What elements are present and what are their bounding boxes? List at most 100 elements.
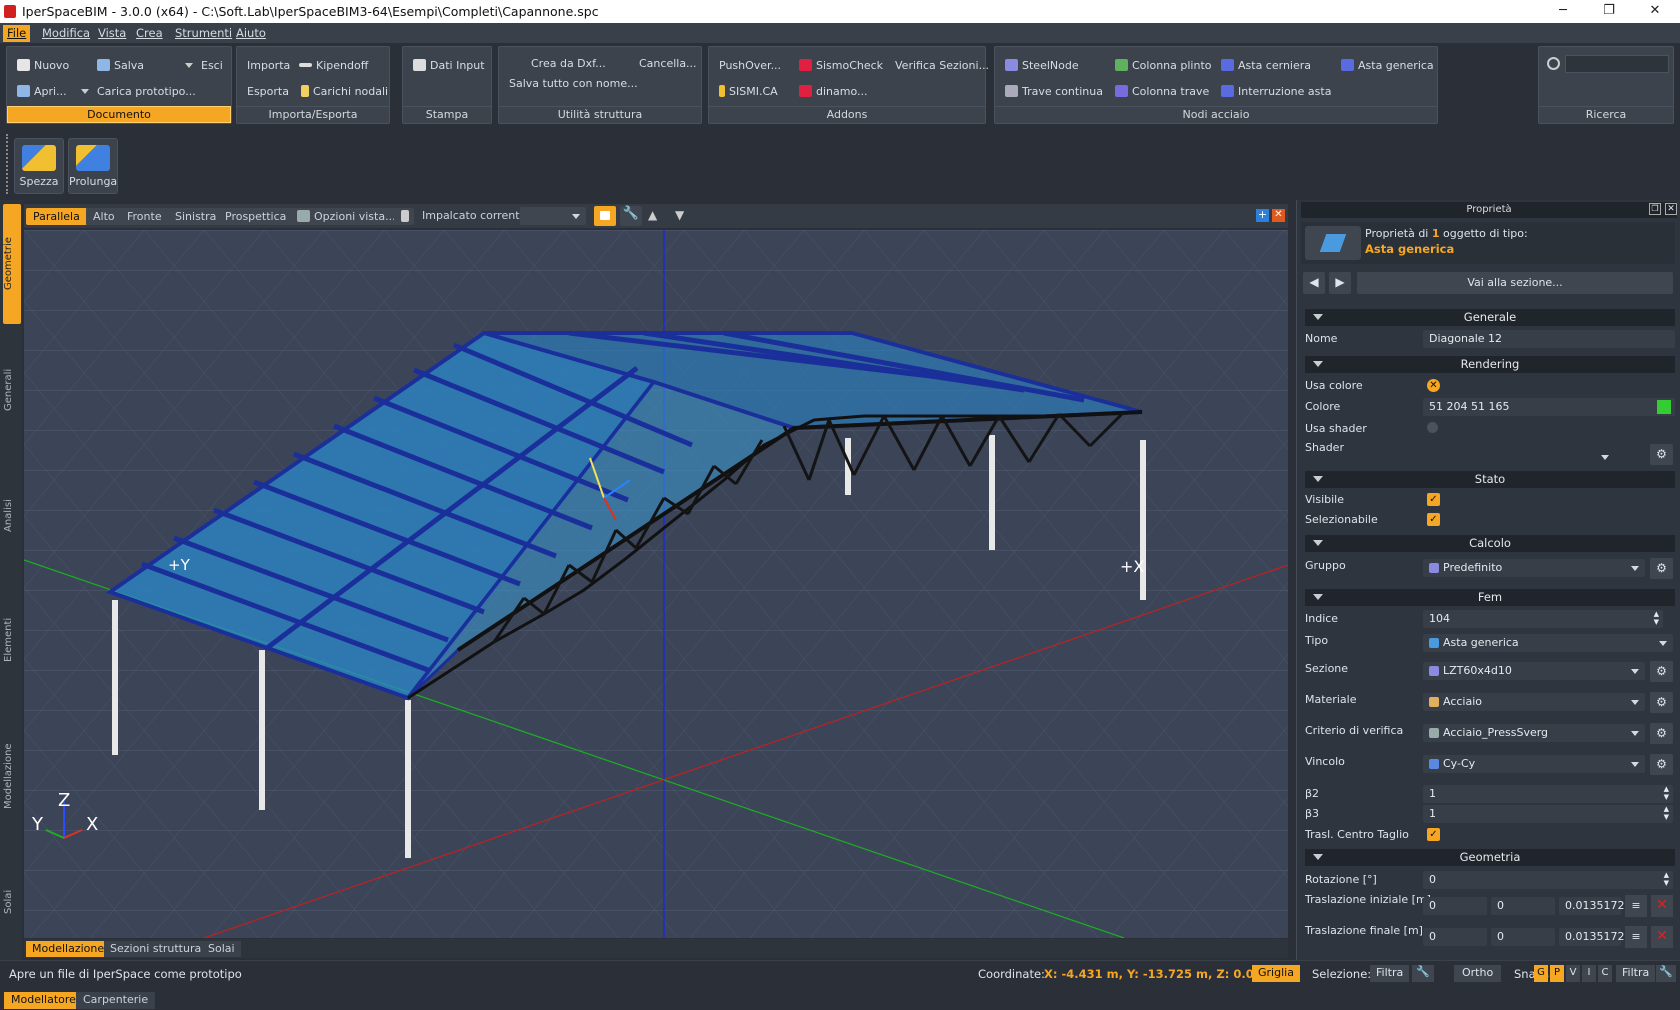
view-alto[interactable]: Alto (86, 208, 122, 225)
asta-cerniera-button[interactable]: Asta cerniera (1221, 59, 1311, 72)
wrench-button[interactable]: 🔧 (620, 206, 642, 226)
b2-spinner[interactable]: 1 ▲ ▼ (1423, 785, 1673, 803)
vtab-geometrie[interactable]: Geometrie (3, 204, 21, 324)
close-button[interactable]: ✕ (1632, 0, 1678, 23)
tab-solai[interactable]: Solai (202, 941, 241, 957)
sismocheck-button[interactable]: SismoCheck (799, 59, 883, 72)
tr-iniz-x[interactable]: 0 (1423, 897, 1487, 915)
dinamo-button[interactable]: dinamo... (799, 85, 868, 98)
tab-sezioni-strutturali[interactable]: Sezioni strutturali (104, 941, 214, 957)
view-sinistra[interactable]: Sinistra (168, 208, 224, 225)
asta-generica-button[interactable]: Asta generica (1341, 59, 1434, 72)
tab-carpenterie[interactable]: Carpenterie (76, 992, 156, 1009)
esci-button[interactable]: Esci (185, 59, 223, 72)
section-calcolo[interactable]: Calcolo (1305, 535, 1675, 552)
section-generale[interactable]: Generale (1305, 309, 1675, 326)
vtab-generali[interactable]: Generali (3, 330, 21, 450)
tab-modellazione[interactable]: Modellazione (26, 941, 111, 957)
gruppo-select[interactable]: Predefinito (1423, 559, 1645, 577)
colore-field[interactable]: 51 204 51 165 (1423, 398, 1675, 416)
carichi-nodali-button[interactable]: Carichi nodali (301, 85, 388, 98)
tipo-select[interactable]: Asta generica (1423, 634, 1673, 652)
menu-strumenti[interactable]: Strumenti (175, 26, 232, 40)
shader-settings-button[interactable]: ⚙ (1650, 444, 1673, 465)
menu-modifica[interactable]: Modifica (42, 26, 90, 40)
rotazione-spinner[interactable]: 0 ▲ ▼ (1423, 871, 1673, 889)
colonna-plinto-button[interactable]: Colonna plinto (1115, 59, 1212, 72)
close-view-button[interactable]: ✕ (1272, 209, 1285, 222)
view-parallela[interactable]: Parallela (26, 208, 87, 225)
crea-da-dxf-button[interactable]: Crea da Dxf... (531, 57, 606, 70)
dati-input-button[interactable]: Dati Input (413, 59, 485, 72)
color-swatch[interactable] (1657, 400, 1671, 414)
view-prospettica[interactable]: Prospettica (218, 208, 294, 225)
tr-iniz-y[interactable]: 0 (1491, 897, 1555, 915)
menu-file[interactable]: File (3, 25, 30, 42)
usa-shader-checkbox[interactable] (1427, 422, 1438, 433)
materiale-settings-button[interactable]: ⚙ (1650, 692, 1673, 713)
tr-iniz-z[interactable]: 0.0135172 (1559, 897, 1625, 915)
snap-p[interactable]: P (1550, 965, 1564, 982)
3d-viewport[interactable]: +X +Y Z Y X (24, 230, 1288, 938)
tr-fin-x[interactable]: 0 (1423, 928, 1487, 946)
section-fem[interactable]: Fem (1305, 589, 1675, 606)
section-geometria[interactable]: Geometria (1305, 849, 1675, 866)
menu-vista[interactable]: Vista (98, 26, 126, 40)
menu-crea[interactable]: Crea (136, 26, 163, 40)
impalcato-select[interactable] (520, 207, 586, 225)
vincolo-select[interactable]: Cy-Cy (1423, 755, 1645, 773)
pushover-button[interactable]: PushOver... (719, 59, 781, 72)
minimize-button[interactable]: ─ (1540, 0, 1586, 23)
importa-button[interactable]: Importa (247, 59, 290, 72)
search-input[interactable] (1565, 55, 1669, 73)
indice-spinner[interactable]: 104 ▲ ▼ (1423, 610, 1663, 628)
section-stato[interactable]: Stato (1305, 471, 1675, 488)
sezione-select[interactable]: LZT60x4d10 (1423, 662, 1645, 680)
salva-button[interactable]: Salva (97, 59, 144, 72)
view-fronte[interactable]: Fronte (120, 208, 169, 225)
steelnode-button[interactable]: SteelNode (1005, 59, 1079, 72)
interruzione-asta-button[interactable]: Interruzione asta (1221, 85, 1331, 98)
visibile-checkbox[interactable]: ✓ (1427, 493, 1440, 506)
section-rendering[interactable]: Rendering (1305, 356, 1675, 373)
usa-colore-checkbox[interactable]: ✕ (1427, 379, 1440, 392)
esporta-button[interactable]: Esporta (247, 85, 289, 98)
sismica-button[interactable]: SISMI.CA (719, 85, 778, 98)
prolunga-button[interactable]: Prolunga (68, 138, 118, 194)
materiale-select[interactable]: Acciaio (1423, 693, 1645, 711)
tab-modellatore[interactable]: Modellatore (4, 992, 83, 1009)
panel-close-button[interactable]: ✕ (1665, 203, 1677, 215)
floor-down-button[interactable]: ▼ (675, 208, 684, 222)
b3-spinner[interactable]: 1 ▲ ▼ (1423, 805, 1673, 823)
ortho-toggle[interactable]: Ortho (1454, 965, 1502, 982)
snap-filtra-button[interactable]: Filtra (1616, 965, 1656, 982)
tr-iniz-clear-button[interactable]: ✕ (1651, 895, 1673, 917)
forward-button[interactable]: ▶ (1329, 272, 1351, 294)
criterio-select[interactable]: Acciaio_PressSverg (1423, 724, 1645, 742)
nuovo-button[interactable]: Nuovo (17, 59, 69, 72)
apri-button[interactable]: Apri... (17, 85, 67, 98)
add-view-button[interactable]: + (1256, 209, 1269, 222)
vtab-modellazione[interactable]: Modellazione (3, 706, 21, 846)
vincolo-settings-button[interactable]: ⚙ (1650, 754, 1673, 775)
vtab-elementi[interactable]: Elementi (3, 580, 21, 700)
spezza-button[interactable]: Spezza (14, 138, 64, 194)
snap-g[interactable]: G (1534, 965, 1548, 982)
tr-fin-z[interactable]: 0.0135172 (1559, 928, 1625, 946)
goto-section-button[interactable]: Vai alla sezione... (1357, 272, 1673, 294)
snap-i[interactable]: I (1582, 965, 1596, 982)
view-options-button[interactable]: Opzioni vista... (290, 208, 403, 225)
floor-up-button[interactable]: ▲ (648, 208, 657, 222)
nome-field[interactable]: Diagonale 12 (1423, 330, 1675, 348)
verifica-sezioni-button[interactable]: Verifica Sezioni... (895, 59, 989, 72)
snap-v[interactable]: V (1566, 965, 1580, 982)
model-canvas[interactable]: +X +Y Z Y X (24, 230, 1288, 938)
selezionabile-checkbox[interactable]: ✓ (1427, 513, 1440, 526)
filtra-button[interactable]: Filtra (1370, 965, 1410, 982)
colonna-trave-button[interactable]: Colonna trave (1115, 85, 1209, 98)
camera-button[interactable] (394, 208, 414, 225)
kipendoff-button[interactable]: Kipendoff (299, 59, 368, 72)
tr-fin-clear-button[interactable]: ✕ (1651, 926, 1673, 948)
selection-wrench-button[interactable]: 🔧 (1412, 965, 1434, 982)
lock-button[interactable] (594, 206, 616, 226)
